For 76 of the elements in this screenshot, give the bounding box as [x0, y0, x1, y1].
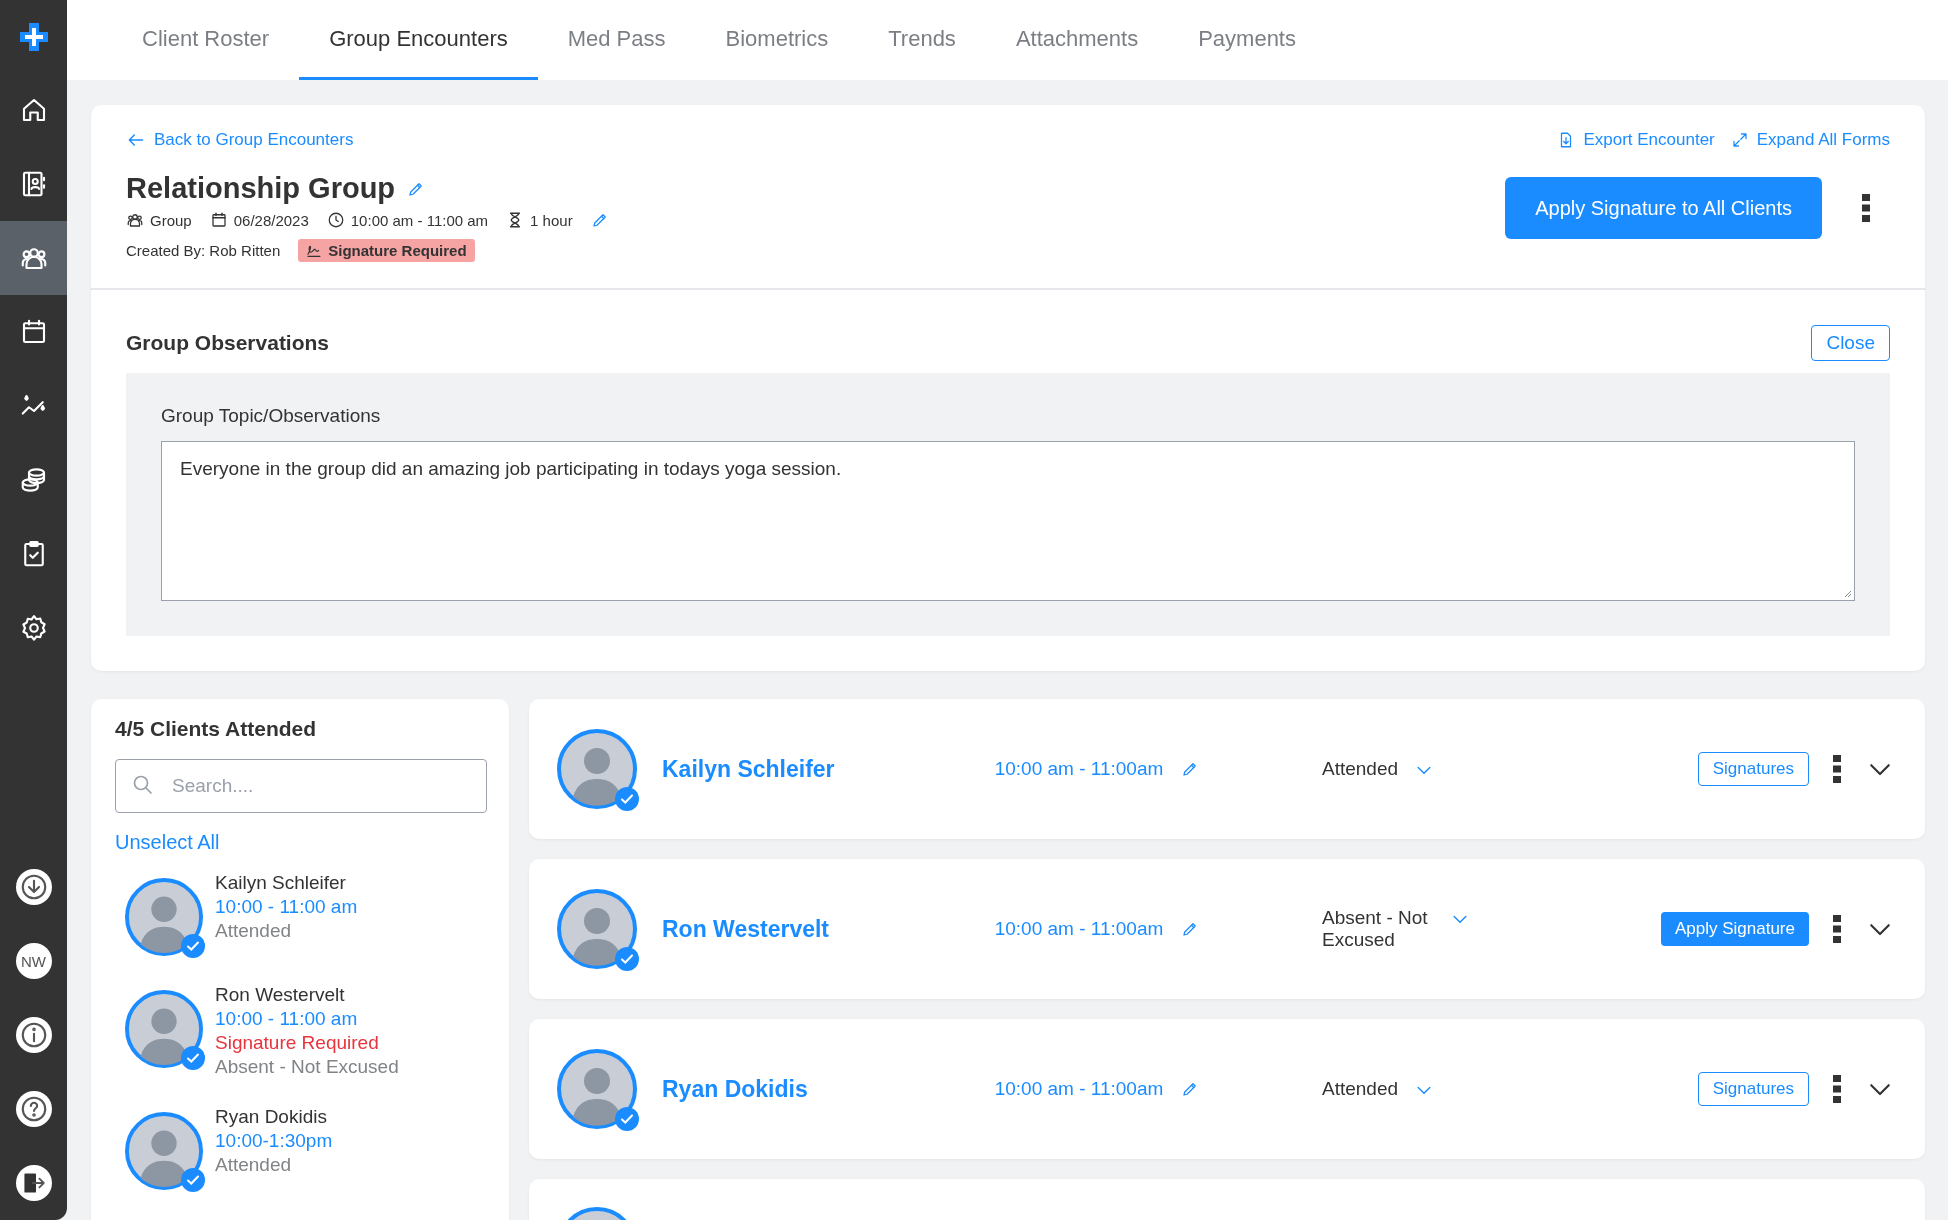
observations-field[interactable]: Everyone in the group did an amazing job participating in todays yoga session. — [161, 441, 1855, 601]
client-time: 10:00 - 11:00 am — [215, 896, 358, 918]
tab[interactable]: Attachments — [985, 0, 1169, 80]
signature-button[interactable]: Signatures — [1697, 1072, 1809, 1106]
field-label: Group Topic/Observations — [161, 405, 382, 427]
section-title: Group Observations — [126, 331, 330, 355]
export-link[interactable]: Export Encounter — [1557, 130, 1715, 150]
created-by: Created By: Rob Ritten — [126, 242, 281, 259]
more-options-icon[interactable] — [1862, 194, 1870, 222]
client-name[interactable]: Ryan Dokidis — [662, 1075, 932, 1103]
session-time: 10:00 am - 11:00am — [994, 1078, 1164, 1100]
encounter-date: 06/28/2023 — [233, 211, 309, 229]
attendance-title: 4/5 Clients Attended — [115, 717, 318, 741]
check-badge-icon[interactable] — [181, 1046, 205, 1070]
client-time: 10:00 - 11:00 am — [215, 1008, 359, 1030]
logout-button[interactable] — [15, 1165, 52, 1201]
more-options-icon[interactable] — [1833, 915, 1841, 943]
client-name[interactable]: Kailyn Schleifer — [662, 755, 932, 783]
edit-icon — [590, 211, 609, 229]
tab[interactable]: Client Roster — [112, 0, 300, 80]
signature-button[interactable]: Signatures — [1697, 752, 1809, 786]
avatar-icon — [125, 878, 203, 956]
encounter-title: Relationship Group — [126, 172, 396, 205]
client-status: Attended — [215, 1154, 293, 1176]
tab[interactable]: Trends — [858, 0, 986, 80]
status-badge: Signature Required — [298, 239, 475, 262]
calendar-icon — [209, 211, 228, 229]
signature-warning: Signature Required — [215, 1032, 380, 1054]
client-name: Ron Westervelt — [215, 984, 346, 1006]
check-badge-icon[interactable] — [181, 1168, 205, 1192]
status-dropdown[interactable]: Absent - Not Excused — [1322, 907, 1522, 951]
people-icon — [126, 211, 144, 229]
logo-icon[interactable] — [17, 20, 50, 53]
tab[interactable]: Med Pass — [537, 0, 696, 80]
download-button[interactable] — [15, 869, 52, 905]
expand-icon — [1730, 131, 1749, 149]
session-time: 10:00 am - 11:00am — [994, 758, 1164, 780]
client-name: Ryan Dokidis — [215, 1106, 328, 1128]
encounter-time: 10:00 am - 11:00 am — [350, 211, 489, 229]
back-link[interactable]: Back to Group Encounters — [126, 130, 354, 150]
help-button[interactable] — [15, 1091, 52, 1127]
more-options-icon[interactable] — [1833, 1075, 1841, 1103]
more-options-icon[interactable] — [1833, 755, 1841, 783]
info-button[interactable] — [15, 1017, 52, 1053]
check-badge-icon[interactable] — [615, 947, 639, 971]
status-dropdown[interactable]: Attended — [1322, 1078, 1522, 1100]
session-time: 10:00 am - 11:00am — [994, 918, 1164, 940]
status-dropdown[interactable]: Attended — [1322, 758, 1522, 780]
encounter-duration: 1 hour — [530, 211, 573, 229]
avatar-icon — [557, 889, 637, 969]
signature-button[interactable]: Apply Signature — [1660, 912, 1809, 946]
check-badge-icon[interactable] — [615, 787, 639, 811]
avatar-icon — [557, 1049, 637, 1129]
sidebar-item[interactable] — [0, 221, 67, 295]
group-type: Group — [150, 211, 192, 229]
avatar-icon — [125, 1112, 203, 1190]
search-field[interactable]: Search.... — [115, 759, 487, 813]
avatar-icon — [125, 990, 203, 1068]
client-status: Attended — [215, 920, 293, 942]
check-badge-icon[interactable] — [615, 1107, 639, 1131]
check-badge-icon[interactable] — [181, 934, 205, 958]
expand-link[interactable]: Expand All Forms — [1730, 130, 1890, 150]
close-button[interactable]: Close — [1811, 325, 1890, 361]
client-time: 10:00-1:30pm — [215, 1130, 333, 1152]
client-name: Kailyn Schleifer — [215, 872, 347, 894]
clock-icon — [326, 211, 345, 229]
tab[interactable]: Group Encounters — [299, 0, 538, 80]
client-name[interactable]: Ron Westervelt — [662, 915, 932, 943]
user-initials[interactable]: NW — [15, 943, 52, 979]
apply-all-button[interactable]: Apply Signature to All Clients — [1505, 177, 1822, 239]
tab[interactable]: Biometrics — [695, 0, 859, 80]
resize-grip-icon[interactable] — [1844, 590, 1852, 598]
avatar-icon — [557, 729, 637, 809]
unselect-all-link[interactable]: Unselect All — [115, 831, 220, 854]
tab[interactable]: Payments — [1168, 0, 1326, 80]
client-status: Absent - Not Excused — [215, 1056, 399, 1078]
